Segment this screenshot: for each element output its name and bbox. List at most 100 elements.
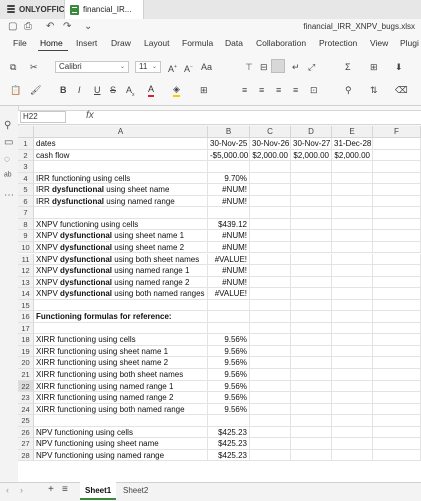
cell-a[interactable] bbox=[34, 415, 208, 427]
row-header[interactable]: 20 bbox=[18, 357, 34, 369]
cell-b[interactable] bbox=[208, 161, 250, 173]
align-top-icon[interactable]: ⊤ bbox=[245, 62, 253, 73]
strikethrough-button[interactable]: S bbox=[110, 85, 116, 96]
cell-e[interactable]: $2,000.00 bbox=[332, 149, 373, 162]
cell-d[interactable] bbox=[291, 230, 332, 242]
cell-b[interactable] bbox=[208, 311, 250, 323]
cell-a[interactable] bbox=[34, 161, 208, 173]
cell-a[interactable]: dates bbox=[34, 138, 208, 150]
cell-d[interactable] bbox=[291, 207, 332, 219]
cell-c[interactable] bbox=[250, 403, 291, 416]
cell-a[interactable]: XIRR functioning using named range 2 bbox=[34, 392, 208, 404]
menu-draw[interactable]: Draw bbox=[111, 38, 131, 48]
cell-a[interactable]: XIRR functioning using sheet name 2 bbox=[34, 357, 208, 369]
row-header[interactable]: 26 bbox=[18, 426, 34, 439]
column-header-d[interactable]: D bbox=[291, 126, 332, 138]
row-header[interactable]: 8 bbox=[18, 218, 34, 231]
cell-b[interactable]: #NUM! bbox=[208, 265, 250, 277]
scroll-first-icon[interactable]: ‹ bbox=[6, 485, 9, 495]
cell-d[interactable] bbox=[291, 184, 332, 196]
cell-c[interactable] bbox=[250, 207, 291, 219]
cell-e[interactable] bbox=[332, 322, 373, 335]
cell-d[interactable] bbox=[291, 438, 332, 450]
cell-a[interactable]: XIRR functioning using named range 1 bbox=[34, 380, 208, 393]
decrease-font-icon[interactable]: A− bbox=[184, 62, 193, 75]
redo-icon[interactable]: ↷ bbox=[63, 21, 71, 32]
sum-icon[interactable]: Σ bbox=[345, 62, 351, 73]
cell-b[interactable]: 9.56% bbox=[208, 345, 250, 358]
cell-b[interactable]: 9.56% bbox=[208, 403, 250, 416]
cell-b[interactable] bbox=[208, 415, 250, 427]
row-header[interactable]: 13 bbox=[18, 276, 34, 289]
cell-f[interactable] bbox=[373, 369, 421, 381]
cell-e[interactable] bbox=[332, 207, 373, 219]
row-header[interactable]: 19 bbox=[18, 345, 34, 358]
cell-b[interactable]: 9.56% bbox=[208, 380, 250, 393]
clear-icon[interactable]: ⌫ bbox=[395, 85, 408, 96]
row-header[interactable]: 23 bbox=[18, 392, 34, 404]
cell-a[interactable]: NPV functioning using named range bbox=[34, 449, 208, 462]
cell-f[interactable] bbox=[373, 449, 421, 462]
align-center-icon[interactable]: ≡ bbox=[259, 85, 264, 96]
row-header[interactable]: 16 bbox=[18, 311, 34, 323]
cell-d[interactable] bbox=[291, 299, 332, 312]
cell-a[interactable]: XNPV dysfunctional using sheet name 1 bbox=[34, 230, 208, 242]
cell-a[interactable]: XIRR functioning using cells bbox=[34, 334, 208, 346]
row-header[interactable]: 18 bbox=[18, 334, 34, 346]
row-header[interactable]: 2 bbox=[18, 149, 34, 162]
bold-button[interactable]: B bbox=[60, 85, 67, 96]
cell-e[interactable] bbox=[332, 392, 373, 404]
cell-b[interactable]: $425.23 bbox=[208, 449, 250, 462]
cell-a[interactable]: cash flow bbox=[34, 149, 208, 162]
italic-button[interactable]: I bbox=[78, 85, 81, 96]
cell-c[interactable] bbox=[250, 449, 291, 462]
row-header[interactable]: 28 bbox=[18, 449, 34, 462]
cell-f[interactable] bbox=[373, 380, 421, 393]
cell-f[interactable] bbox=[373, 138, 421, 150]
cell-b[interactable]: 9.56% bbox=[208, 357, 250, 369]
column-header-f[interactable]: F bbox=[373, 126, 421, 138]
cell-e[interactable]: 31-Dec-28 bbox=[332, 138, 373, 150]
cell-e[interactable] bbox=[332, 357, 373, 369]
named-ranges-icon[interactable]: ⊞ bbox=[370, 62, 378, 73]
cell-c[interactable] bbox=[250, 230, 291, 242]
cell-d[interactable]: 30-Nov-27 bbox=[291, 138, 332, 150]
select-all-corner[interactable] bbox=[18, 126, 34, 138]
cell-a[interactable] bbox=[34, 207, 208, 219]
quick-access-dropdown-icon[interactable]: ⌄ bbox=[84, 21, 92, 32]
cell-a[interactable]: NPV functioning using sheet name bbox=[34, 438, 208, 450]
cell-d[interactable] bbox=[291, 265, 332, 277]
cell-c[interactable] bbox=[250, 241, 291, 254]
cell-b[interactable]: #NUM! bbox=[208, 184, 250, 196]
menu-plugins[interactable]: Plugi bbox=[400, 38, 419, 48]
cell-b[interactable]: #NUM! bbox=[208, 195, 250, 208]
filter-icon[interactable]: ⚲ bbox=[345, 85, 352, 96]
cell-a[interactable]: Functioning formulas for reference: bbox=[34, 311, 208, 323]
cell-e[interactable] bbox=[332, 265, 373, 277]
app-logo[interactable]: ONLYOFFICE bbox=[6, 4, 70, 14]
paste-icon[interactable]: 📋 bbox=[10, 85, 21, 96]
cell-c[interactable] bbox=[250, 172, 291, 185]
cell-f[interactable] bbox=[373, 357, 421, 369]
cell-a[interactable]: XNPV functioning using cells bbox=[34, 218, 208, 231]
row-header[interactable]: 11 bbox=[18, 253, 34, 265]
justify-icon[interactable]: ≡ bbox=[293, 85, 298, 96]
cell-d[interactable] bbox=[291, 380, 332, 393]
cell-a[interactable]: XNPV dysfunctional using both named rang… bbox=[34, 288, 208, 300]
row-header[interactable]: 10 bbox=[18, 241, 34, 254]
wrap-text-icon[interactable]: ↵ bbox=[292, 62, 300, 73]
name-box[interactable]: H22 bbox=[20, 111, 66, 123]
cell-f[interactable] bbox=[373, 241, 421, 254]
cell-d[interactable] bbox=[291, 415, 332, 427]
cell-e[interactable] bbox=[332, 195, 373, 208]
cell-c[interactable] bbox=[250, 311, 291, 323]
change-case-icon[interactable]: Aa bbox=[201, 62, 212, 73]
cell-b[interactable] bbox=[208, 322, 250, 335]
cell-f[interactable] bbox=[373, 311, 421, 323]
cell-f[interactable] bbox=[373, 276, 421, 289]
row-header[interactable]: 9 bbox=[18, 230, 34, 242]
cell-a[interactable] bbox=[34, 299, 208, 312]
font-size-select[interactable]: 11 ⌄ bbox=[135, 61, 161, 73]
cell-b[interactable]: #NUM! bbox=[208, 230, 250, 242]
cell-d[interactable] bbox=[291, 161, 332, 173]
